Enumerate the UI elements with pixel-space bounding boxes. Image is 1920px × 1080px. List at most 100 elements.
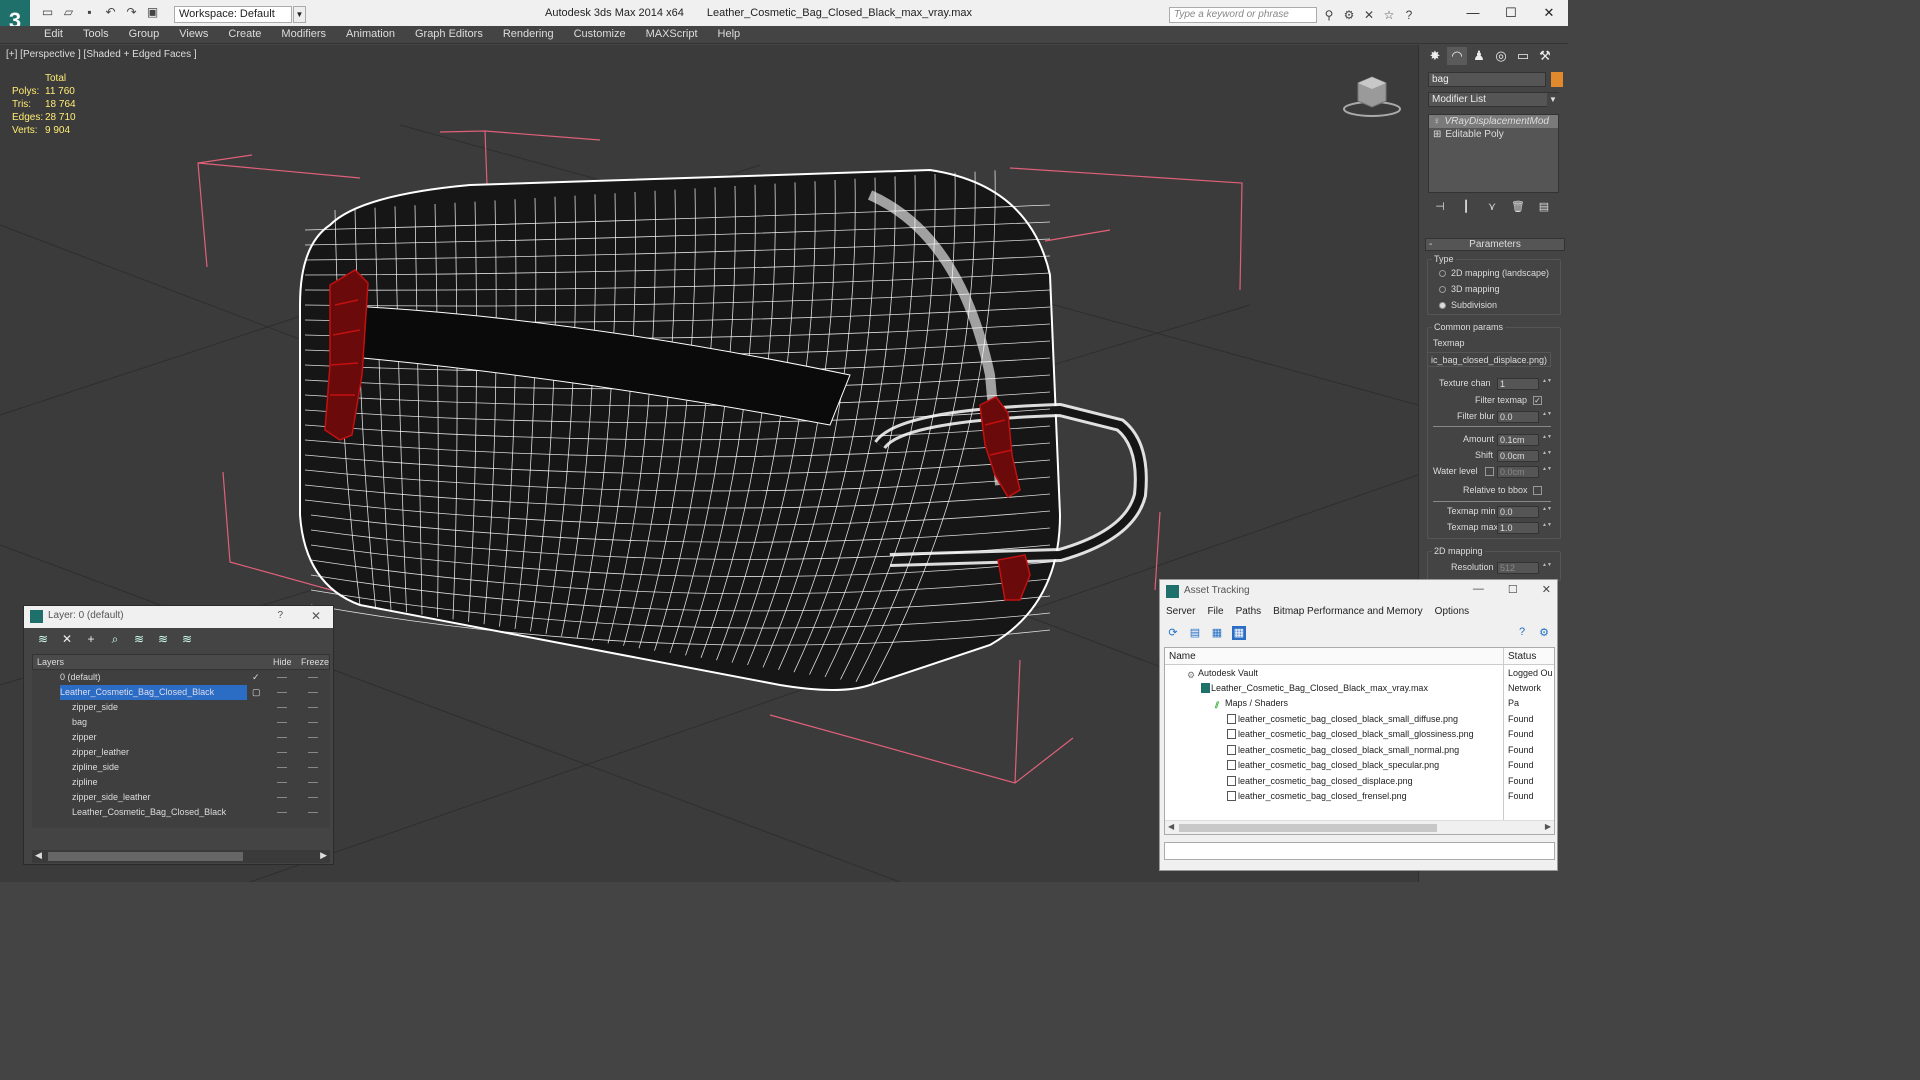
layer-row[interactable]: zipper [32, 730, 330, 745]
modifier-list-dropdown[interactable]: Modifier List [1428, 92, 1559, 107]
show-end-result-icon[interactable]: ┃ [1459, 200, 1473, 214]
column-divider[interactable] [1503, 648, 1504, 665]
asset-horizontal-scrollbar[interactable]: ◀ ▶ [1165, 820, 1554, 834]
asset-row[interactable]: leather_cosmetic_bag_closed_frensel.png … [1165, 789, 1554, 804]
filter-blur-spinner[interactable]: 0.0 [1497, 411, 1548, 423]
radio-3d-mapping[interactable]: 3D mapping [1439, 284, 1500, 294]
freeze-toggle[interactable] [308, 812, 318, 813]
asset-row[interactable]: Leather_Cosmetic_Bag_Closed_Black_max_vr… [1165, 681, 1554, 708]
open-file-icon[interactable]: ▱ [61, 5, 76, 20]
menu-bitmap-performance[interactable]: Bitmap Performance and Memory [1273, 606, 1423, 617]
hide-toggle[interactable] [277, 677, 287, 678]
asset-row[interactable]: leather_cosmetic_bag_closed_black_small_… [1165, 727, 1554, 742]
motion-tab-icon[interactable]: ◎ [1491, 47, 1511, 65]
hide-toggle[interactable] [277, 707, 287, 708]
menu-paths[interactable]: Paths [1236, 606, 1262, 617]
remove-modifier-icon[interactable]: 🗑 [1511, 200, 1525, 214]
relative-to-bbox-checkbox[interactable] [1533, 486, 1542, 495]
refresh-icon[interactable]: ⟳ [1166, 626, 1180, 640]
utilities-tab-icon[interactable]: ⚒ [1535, 47, 1555, 65]
layer-row[interactable]: zipper_leather [32, 745, 330, 760]
save-file-icon[interactable]: ▪ [82, 5, 97, 20]
delete-layer-icon[interactable]: ✕ [60, 632, 74, 646]
new-layer-icon[interactable]: ≋ [36, 632, 50, 646]
freeze-toggle[interactable] [308, 737, 318, 738]
col-freeze[interactable]: Freeze [301, 657, 329, 667]
object-name-field[interactable]: bag [1428, 72, 1546, 87]
scroll-left-icon[interactable]: ◀ [1168, 822, 1174, 831]
list-view-icon[interactable]: ▤ [1188, 626, 1202, 640]
amount-spinner[interactable]: 0.1cm [1497, 434, 1548, 446]
viewport-label[interactable]: [+] [Perspective ] [Shaded + Edged Faces… [6, 49, 197, 60]
layer-row[interactable]: bag [32, 715, 330, 730]
hide-all-icon[interactable]: ≋ [156, 632, 170, 646]
help-icon[interactable]: ? [1515, 626, 1529, 640]
create-tab-icon[interactable]: ✸ [1425, 47, 1445, 65]
asset-row[interactable]: ⫽ Maps / Shaders [1165, 696, 1554, 711]
menu-customize[interactable]: Customize [574, 28, 626, 40]
make-unique-icon[interactable]: ⋎ [1485, 200, 1499, 214]
help-icon[interactable]: ? [277, 610, 283, 621]
menu-group[interactable]: Group [129, 28, 160, 40]
menu-server[interactable]: Server [1166, 606, 1195, 617]
stack-item-editable-poly[interactable]: ⊞ Editable Poly [1429, 128, 1558, 141]
freeze-toggle[interactable] [308, 752, 318, 753]
radio-subdivision[interactable]: Subdivision [1439, 300, 1497, 310]
water-level-spinner[interactable]: 0.0cm [1497, 466, 1548, 478]
menu-maxscript[interactable]: MAXScript [646, 28, 698, 40]
menu-graph-editors[interactable]: Graph Editors [415, 28, 483, 40]
display-tab-icon[interactable]: ▭ [1513, 47, 1533, 65]
hierarchy-tab-icon[interactable]: ♟ [1469, 47, 1489, 65]
minimize-icon[interactable]: — [1473, 583, 1484, 596]
scroll-right-icon[interactable]: ▶ [320, 850, 327, 861]
scroll-left-icon[interactable]: ◀ [35, 850, 42, 861]
layer-window-titlebar[interactable]: Layer: 0 (default) ? ✕ [24, 606, 333, 628]
minimize-icon[interactable]: — [1454, 0, 1492, 26]
viewcube-icon[interactable] [1340, 73, 1404, 119]
hide-toggle[interactable] [277, 767, 287, 768]
stack-item-vray-displacement[interactable]: ♀ VRayDisplacementMod [1429, 115, 1558, 128]
layer-box-icon[interactable]: ▢ [252, 685, 261, 700]
select-layer-icon[interactable]: ≋ [132, 632, 146, 646]
menu-tools[interactable]: Tools [83, 28, 109, 40]
hide-toggle[interactable] [277, 692, 287, 693]
radio-button[interactable] [1439, 270, 1446, 278]
active-layer-check-icon[interactable]: ✓ [252, 670, 260, 685]
layer-row[interactable]: zipper_side [32, 700, 330, 715]
freeze-toggle[interactable] [308, 707, 318, 708]
search-input[interactable]: Type a keyword or phrase [1169, 7, 1317, 23]
texture-chan-spinner[interactable]: 1 [1497, 378, 1548, 390]
asset-window-titlebar[interactable]: Asset Tracking — ☐ ✕ [1160, 580, 1557, 603]
asset-row[interactable]: leather_cosmetic_bag_closed_black_specul… [1165, 758, 1554, 773]
bag-mesh[interactable] [299, 168, 1148, 691]
pin-stack-icon[interactable]: ⊣ [1433, 200, 1447, 214]
menu-create[interactable]: Create [228, 28, 261, 40]
menu-rendering[interactable]: Rendering [503, 28, 554, 40]
menu-views[interactable]: Views [179, 28, 208, 40]
texmap-button[interactable]: ic_bag_closed_displace.png) [1427, 352, 1551, 367]
object-color-swatch[interactable] [1551, 72, 1563, 87]
menu-options[interactable]: Options [1435, 606, 1469, 617]
filter-texmap-checkbox[interactable]: ✓ [1533, 396, 1542, 405]
hide-toggle[interactable] [277, 797, 287, 798]
freeze-toggle[interactable] [308, 722, 318, 723]
hide-toggle[interactable] [277, 812, 287, 813]
asset-row[interactable]: ⚙ Autodesk Vault Logged Ou [1165, 666, 1554, 681]
scrollbar-thumb[interactable] [1179, 824, 1437, 832]
freeze-toggle[interactable] [308, 797, 318, 798]
maximize-icon[interactable]: ☐ [1508, 583, 1518, 596]
asset-row[interactable]: leather_cosmetic_bag_closed_displace.png… [1165, 774, 1554, 789]
radio-button[interactable] [1439, 302, 1446, 310]
binoculars-icon[interactable]: ⚲ [1322, 8, 1336, 22]
hide-toggle[interactable] [277, 752, 287, 753]
col-name[interactable]: Name [1169, 651, 1196, 662]
chevron-down-icon[interactable]: ▼ [1547, 93, 1559, 107]
layer-row[interactable]: Leather_Cosmetic_Bag_Closed_Black [32, 805, 330, 820]
lightbulb-icon[interactable]: ♀ [1433, 116, 1441, 127]
asset-row[interactable]: leather_cosmetic_bag_closed_black_small_… [1165, 743, 1554, 758]
radio-2d-mapping[interactable]: 2D mapping (landscape) [1439, 268, 1549, 278]
favorites-icon[interactable]: ☆ [1382, 8, 1396, 22]
menu-animation[interactable]: Animation [346, 28, 395, 40]
close-icon[interactable]: ✕ [1542, 583, 1551, 596]
resolution-spinner[interactable]: 512 [1497, 562, 1548, 574]
